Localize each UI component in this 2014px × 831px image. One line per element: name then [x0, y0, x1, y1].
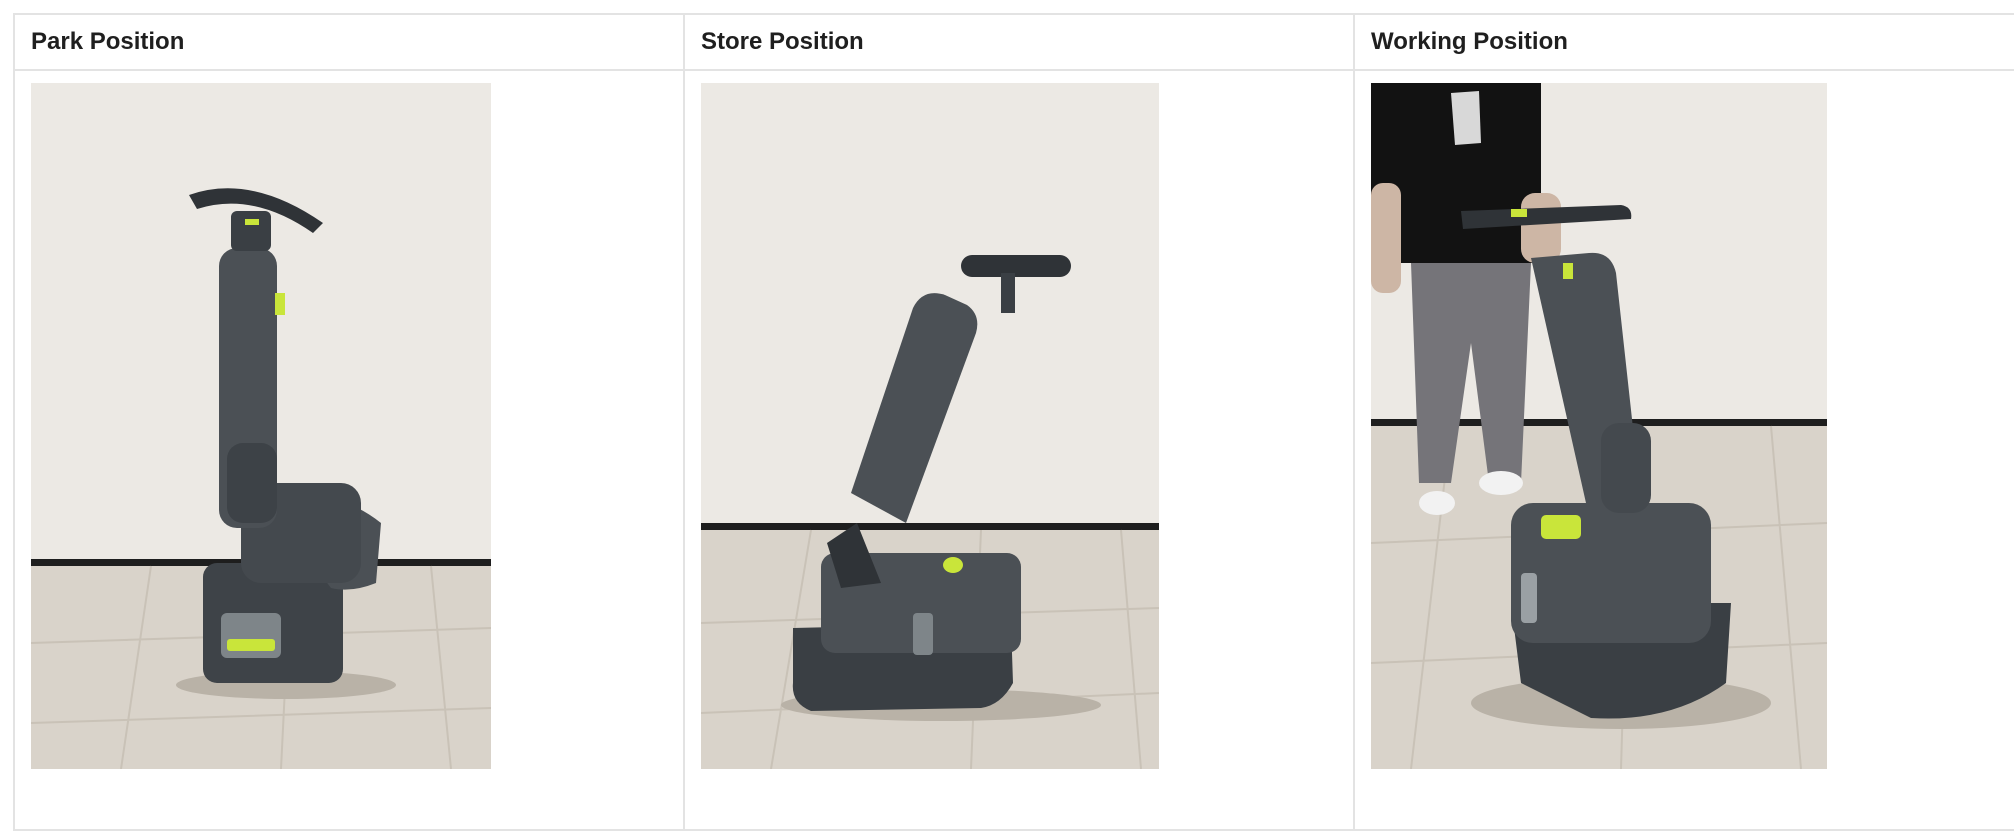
- image-row: [13, 69, 2014, 831]
- header-store-position: Store Position: [683, 13, 1355, 71]
- scrubber-working-position-photo: [1371, 83, 1827, 769]
- cell-store-position: [683, 69, 1355, 831]
- header-working-position: Working Position: [1353, 13, 2014, 71]
- cell-park-position: [13, 69, 685, 831]
- header-park-position: Park Position: [13, 13, 685, 71]
- cell-working-position: [1353, 69, 2014, 831]
- positions-table: Park Position Store Position Working Pos…: [13, 13, 2014, 831]
- scrubber-store-position-photo: [701, 83, 1159, 769]
- scrubber-park-position-photo: [31, 83, 491, 769]
- header-row: Park Position Store Position Working Pos…: [13, 13, 2014, 71]
